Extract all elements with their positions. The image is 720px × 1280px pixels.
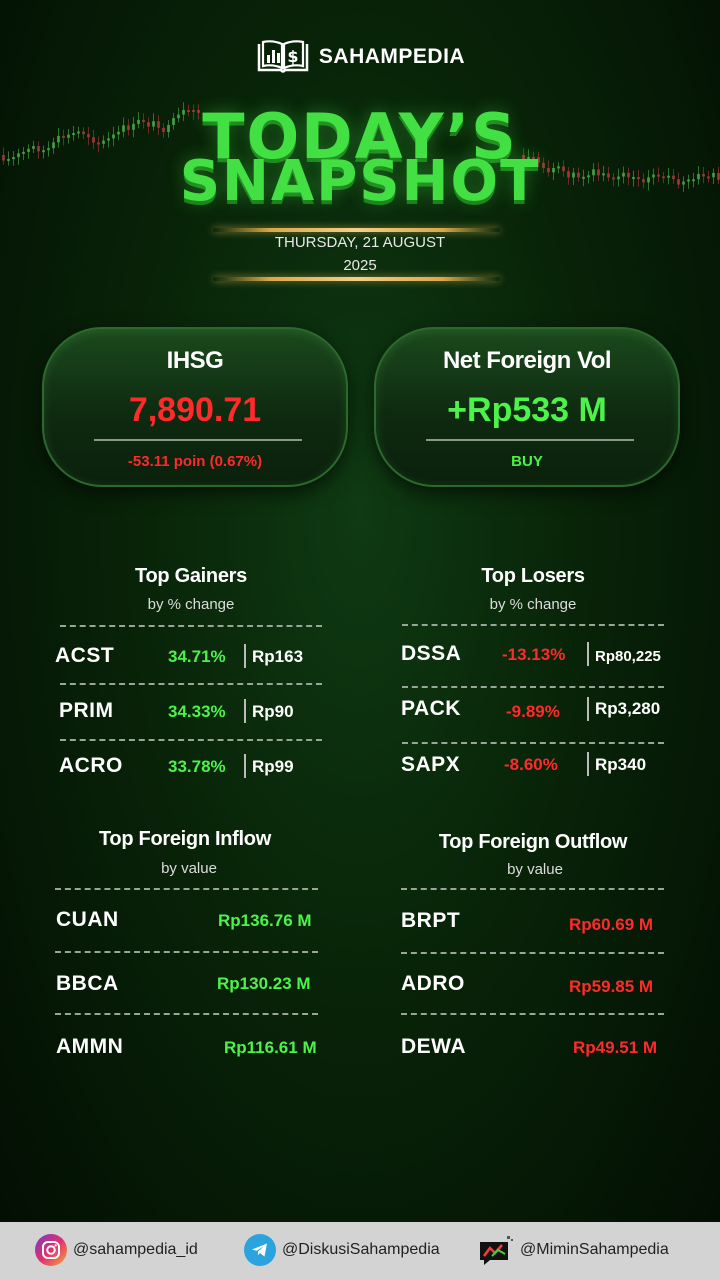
- date-line2: 2025: [343, 257, 377, 274]
- divider: [402, 686, 664, 688]
- gainer-pct: 33.78%: [168, 757, 226, 776]
- divider: [402, 624, 664, 626]
- inflow-value: Rp136.76 M: [218, 911, 312, 930]
- divider: [60, 683, 322, 685]
- ihsg-change: -53.11 poin (0.67%): [127, 453, 263, 470]
- telegram-link[interactable]: @DiskusiSahampedia: [244, 1234, 440, 1266]
- gainers-subtitle: by % change: [147, 596, 235, 613]
- gainer-ticker: ACST: [55, 644, 115, 667]
- separator: [244, 699, 246, 723]
- divider: [402, 742, 664, 744]
- losers-title: Top Losers: [481, 565, 585, 587]
- loser-pct: -8.60%: [504, 755, 558, 774]
- inflow-ticker: BBCA: [56, 972, 119, 995]
- outflow-value: Rp49.51 M: [573, 1038, 658, 1057]
- net-foreign-value: +Rp533 M: [447, 391, 607, 429]
- gainer-pct: 34.33%: [168, 702, 226, 721]
- inflow-ticker: AMMN: [56, 1035, 124, 1058]
- separator: [244, 754, 246, 778]
- chat-chart-icon: [478, 1234, 514, 1266]
- page-title-line2: SNAPSHOT: [179, 149, 541, 214]
- loser-ticker: PACK: [401, 697, 461, 720]
- gainer-price: Rp90: [252, 702, 294, 721]
- card-divider: [94, 439, 302, 441]
- net-foreign-card: Net Foreign Vol +Rp533 M BUY: [374, 327, 680, 487]
- telegram-handle: @DiskusiSahampedia: [282, 1241, 440, 1258]
- inflow-value: Rp116.61 M: [224, 1038, 317, 1057]
- divider: [401, 1013, 664, 1015]
- outflow-ticker: BRPT: [401, 909, 461, 932]
- divider: [55, 951, 318, 953]
- instagram-handle: @sahampedia_id: [73, 1241, 198, 1258]
- gold-divider-bottom: [213, 277, 500, 281]
- loser-price: Rp80,225: [595, 648, 661, 665]
- separator: [587, 697, 589, 721]
- loser-pct: -13.13%: [502, 645, 566, 664]
- loser-price: Rp3,280: [595, 699, 661, 718]
- chat-link[interactable]: @MiminSahampedia: [478, 1234, 669, 1266]
- card-divider: [426, 439, 634, 441]
- separator: [587, 752, 589, 776]
- separator: [244, 644, 246, 668]
- divider: [55, 888, 318, 890]
- ihsg-value: 7,890.71: [128, 391, 262, 429]
- loser-ticker: SAPX: [401, 753, 461, 776]
- outflow-value: Rp59.85 M: [569, 977, 654, 996]
- net-foreign-title: Net Foreign Vol: [442, 347, 612, 374]
- telegram-icon: [244, 1234, 276, 1266]
- divider: [401, 952, 664, 954]
- gainer-ticker: PRIM: [59, 699, 114, 722]
- footer-bar: @sahampedia_id @DiskusiSahampedia @Mimin…: [0, 1222, 720, 1280]
- divider: [55, 1013, 318, 1015]
- inflow-value: Rp130.23 M: [217, 974, 311, 993]
- gainer-pct: 34.71%: [168, 647, 226, 666]
- loser-ticker: DSSA: [401, 642, 462, 665]
- inflow-title: Top Foreign Inflow: [99, 828, 271, 850]
- instagram-icon: [35, 1234, 67, 1266]
- divider: [401, 888, 664, 890]
- loser-price: Rp340: [595, 755, 647, 774]
- outflow-ticker: DEWA: [401, 1035, 466, 1058]
- loser-pct: -9.89%: [506, 702, 560, 721]
- inflow-ticker: CUAN: [56, 908, 119, 931]
- ihsg-title: IHSG: [166, 347, 224, 374]
- net-foreign-status: BUY: [511, 453, 543, 470]
- gold-divider-top: [213, 228, 500, 232]
- losers-subtitle: by % change: [489, 596, 577, 613]
- outflow-ticker: ADRO: [401, 972, 465, 995]
- divider: [60, 625, 322, 627]
- inflow-subtitle: by value: [161, 860, 217, 877]
- chat-handle: @MiminSahampedia: [520, 1241, 669, 1258]
- outflow-value: Rp60.69 M: [569, 915, 654, 934]
- svg-text:$: $: [287, 47, 298, 66]
- instagram-link[interactable]: @sahampedia_id: [35, 1234, 198, 1266]
- gainer-ticker: ACRO: [59, 754, 123, 777]
- outflow-title: Top Foreign Outflow: [438, 831, 628, 853]
- separator: [587, 642, 589, 666]
- divider: [60, 739, 322, 741]
- gainer-price: Rp99: [252, 757, 294, 776]
- gainer-price: Rp163: [252, 647, 304, 666]
- date-line1: THURSDAY, 21 AUGUST: [274, 234, 446, 251]
- book-chart-icon: $: [257, 40, 309, 73]
- ihsg-card: IHSG 7,890.71 -53.11 poin (0.67%): [42, 327, 348, 487]
- gainers-title: Top Gainers: [135, 565, 247, 587]
- outflow-subtitle: by value: [507, 861, 563, 878]
- brand-header: $ SAHAMPEDIA: [0, 38, 720, 76]
- brand-name: SAHAMPEDIA: [318, 45, 466, 68]
